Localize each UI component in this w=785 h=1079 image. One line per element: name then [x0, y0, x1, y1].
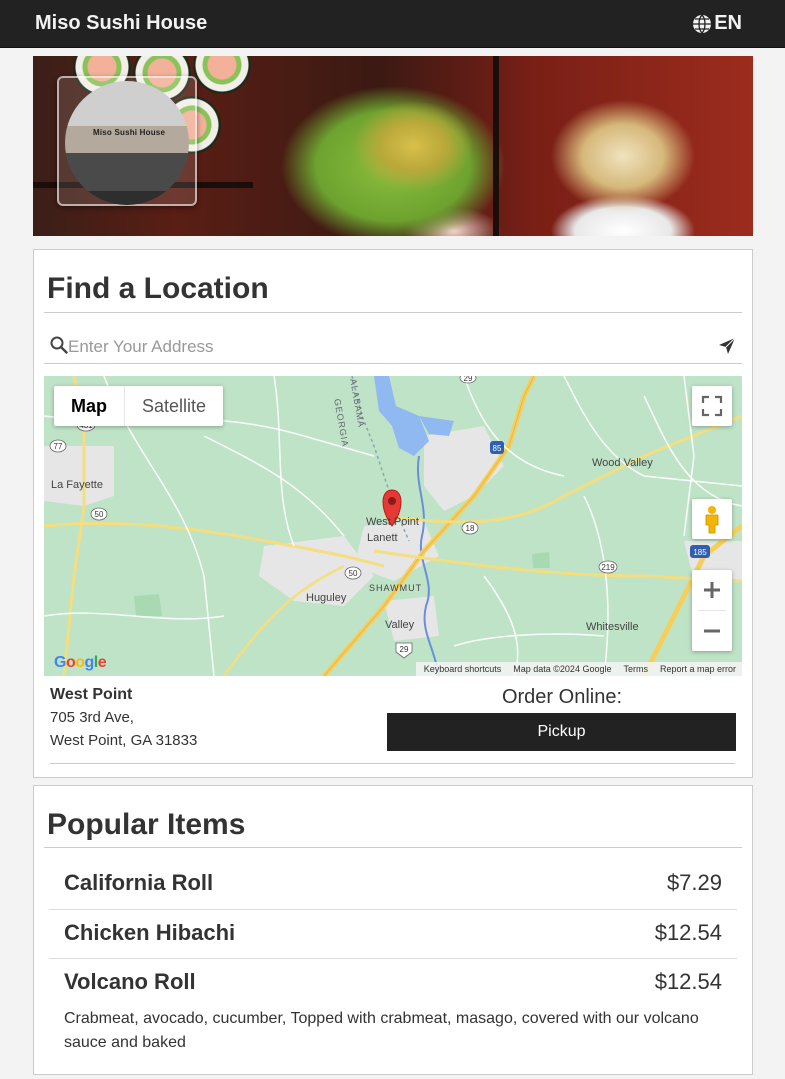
route-shield: 29	[395, 642, 413, 659]
svg-text:219: 219	[601, 563, 615, 572]
map-label-valley: Valley	[385, 619, 415, 631]
locate-arrow-icon[interactable]	[718, 337, 736, 355]
route-shield: 219	[598, 560, 618, 574]
route-shield: 18	[461, 521, 479, 535]
menu-item-description: Crabmeat, avocado, cucumber, Topped with…	[64, 1010, 699, 1051]
google-logo[interactable]: Google	[54, 654, 107, 672]
top-bar: Miso Sushi House EN	[0, 0, 785, 48]
storefront-photo: Miso Sushi House	[65, 81, 189, 205]
find-location-title: Find a Location	[47, 272, 269, 305]
map-attribution: Keyboard shortcuts Map data ©2024 Google…	[415, 662, 742, 676]
language-selector[interactable]: EN	[692, 12, 742, 35]
svg-text:50: 50	[95, 510, 104, 519]
map-type-control: Map Satellite	[54, 386, 224, 426]
store-sign: Miso Sushi House	[93, 128, 166, 137]
keyboard-shortcuts-link[interactable]: Keyboard shortcuts	[424, 664, 502, 674]
location-map[interactable]: 77 431 50 50 18 85 219 185 29 29 La Faye…	[44, 376, 742, 676]
map-label-lanett: Lanett	[367, 532, 398, 544]
menu-item-price: $12.54	[654, 969, 722, 994]
menu-item-name: California Roll	[64, 870, 214, 895]
route-shield: 29	[459, 376, 477, 384]
popular-items-panel: Popular Items California Roll $7.29 Chic…	[33, 785, 753, 1075]
menu-item[interactable]: California Roll $7.29	[49, 860, 737, 910]
zoom-in-button[interactable]	[692, 570, 732, 610]
address-line-1: 705 3rd Ave,	[50, 709, 134, 726]
restaurant-logo: Miso Sushi House	[57, 76, 197, 206]
pegman-icon	[705, 506, 719, 534]
menu-item-name: Volcano Roll	[64, 969, 196, 994]
route-shield: 50	[90, 507, 108, 521]
fullscreen-icon	[701, 395, 723, 417]
map-data-text: Map data ©2024 Google	[513, 664, 612, 674]
address-line-2: West Point, GA 31833	[50, 732, 198, 749]
menu-item[interactable]: Volcano Roll $12.54 Crabmeat, avocado, c…	[49, 959, 737, 1079]
map-label-huguley: Huguley	[306, 592, 347, 604]
svg-text:18: 18	[466, 524, 475, 533]
address-search	[44, 330, 742, 364]
popular-items-title: Popular Items	[47, 808, 246, 841]
route-shield: 85	[490, 441, 504, 454]
map-type-map-button[interactable]: Map	[54, 386, 125, 426]
order-online-title: Order Online:	[501, 686, 623, 708]
minus-icon	[704, 629, 720, 633]
route-shield: 185	[690, 545, 710, 558]
map-label-whitesville: Whitesville	[586, 621, 639, 633]
terms-link[interactable]: Terms	[623, 664, 648, 674]
svg-text:29: 29	[400, 645, 409, 654]
route-shield: 77	[49, 439, 67, 453]
brand-name[interactable]: Miso Sushi House	[35, 12, 207, 35]
globe-icon	[693, 14, 712, 33]
svg-text:185: 185	[693, 548, 707, 557]
street-view-button[interactable]	[692, 499, 732, 539]
svg-text:29: 29	[464, 376, 473, 383]
location-name[interactable]: West Point	[50, 686, 132, 704]
report-map-error-link[interactable]: Report a map error	[660, 664, 736, 674]
svg-text:50: 50	[349, 569, 358, 578]
map-label-la-fayette: La Fayette	[51, 479, 103, 491]
find-location-panel: Find a Location Enter Your Address 77 50…	[33, 249, 753, 778]
menu-item-price: $12.54	[654, 920, 722, 945]
menu-item[interactable]: Chicken Hibachi $12.54	[49, 910, 737, 959]
menu-item-name: Chicken Hibachi	[64, 920, 236, 945]
svg-text:85: 85	[493, 444, 502, 453]
route-shield: 50	[344, 566, 362, 580]
menu-item-price: $7.29	[666, 870, 722, 895]
address-input[interactable]	[68, 334, 708, 360]
search-icon	[50, 336, 68, 354]
map-label-shawmut: SHAWMUT	[369, 583, 423, 593]
language-label: EN	[714, 12, 742, 34]
map-type-satellite-button[interactable]: Satellite	[125, 386, 223, 426]
zoom-out-button[interactable]	[692, 611, 732, 651]
svg-text:77: 77	[54, 442, 63, 451]
map-label-west-point: West Point	[366, 516, 419, 528]
pickup-button[interactable]: Pickup	[387, 713, 736, 751]
zoom-control	[692, 570, 732, 651]
map-label-wood-valley: Wood Valley	[592, 457, 653, 469]
fullscreen-button[interactable]	[692, 386, 732, 426]
plus-icon	[704, 582, 720, 598]
